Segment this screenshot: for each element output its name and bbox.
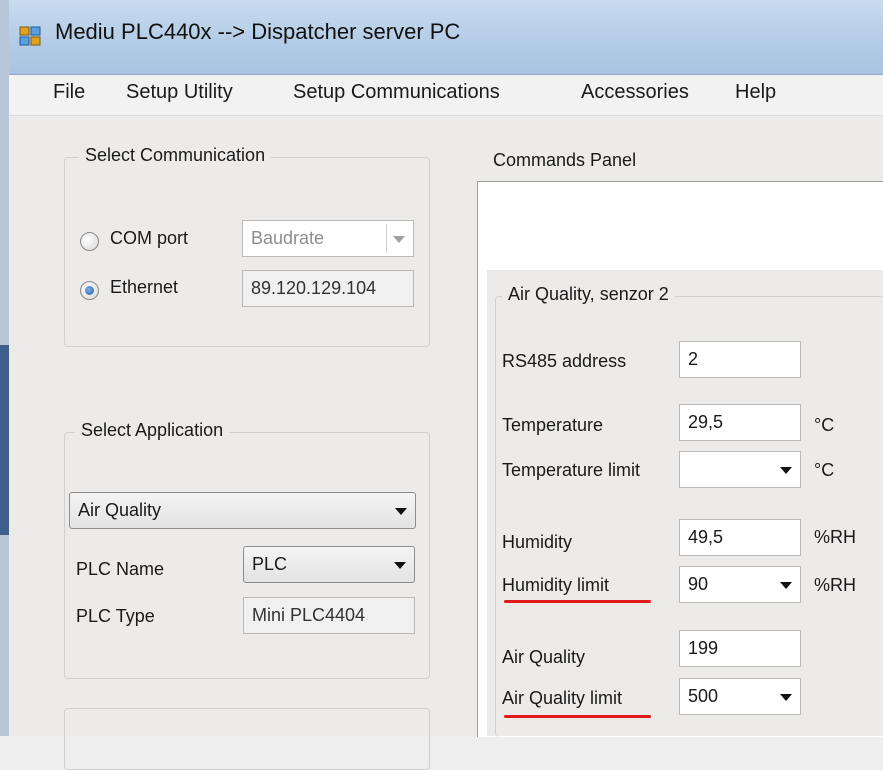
menu-setup-communications[interactable]: Setup Communications [289,79,504,106]
menu-file[interactable]: File [49,79,89,106]
select-application-label: Select Application [75,420,230,441]
humidity-field[interactable]: 49,5 [679,519,801,556]
temperature-field[interactable]: 29,5 [679,404,801,441]
air-quality-limit-label: Air Quality limit [502,688,623,708]
humidity-label: Humidity [502,532,573,552]
commands-panel-label: Commands Panel [493,150,637,170]
chevron-down-icon [780,466,792,474]
baudrate-select[interactable]: Baudrate [242,220,414,257]
rs485-field[interactable]: 2 [679,341,801,378]
radio-selected-dot [85,286,94,295]
temperature-limit-unit: °C [814,460,835,480]
plc-name-label: PLC Name [76,559,165,579]
baudrate-separator [386,224,387,253]
plc-type-label: PLC Type [76,606,155,626]
humidity-unit: %RH [814,527,857,547]
menu-accessories[interactable]: Accessories [577,79,693,106]
chevron-down-icon [780,581,792,589]
chevron-down-icon [780,693,792,701]
menu-help[interactable]: Help [731,79,780,106]
humidity-limit-value: 90 [688,574,709,594]
humidity-limit-label: Humidity limit [502,575,610,595]
select-communication-label: Select Communication [79,145,272,166]
humidity-limit-unit: %RH [814,575,857,595]
main-window: Mediu PLC440x --> Dispatcher server PC F… [9,0,883,770]
chevron-down-icon [393,235,405,243]
application-value: Air Quality [78,500,162,520]
application-select[interactable]: Air Quality [69,492,416,529]
air-quality-limit-highlight [504,715,651,718]
humidity-limit-highlight [504,600,651,603]
temperature-limit-label: Temperature limit [502,460,641,480]
menu-bar: File Setup Utility Setup Communications … [9,75,883,116]
com-port-radio[interactable] [80,232,99,251]
air-quality-field[interactable]: 199 [679,630,801,667]
chevron-down-icon [394,561,406,569]
ethernet-label: Ethernet [110,277,179,297]
humidity-limit-select[interactable]: 90 [679,566,801,603]
plc-name-select[interactable]: PLC [243,546,415,583]
rs485-label: RS485 address [502,351,627,371]
bottom-group [64,708,430,770]
title-bar[interactable]: Mediu PLC440x --> Dispatcher server PC [9,0,883,75]
ip-address-field[interactable]: 89.120.129.104 [242,270,414,307]
air-quality-limit-select[interactable]: 500 [679,678,801,715]
ethernet-radio[interactable] [80,281,99,300]
baudrate-value: Baudrate [251,228,325,248]
temperature-limit-select[interactable] [679,451,801,488]
com-port-label: COM port [110,228,189,248]
plc-name-value: PLC [252,554,288,574]
chevron-down-icon [395,507,407,515]
air-quality-label: Air Quality [502,647,586,667]
temperature-unit: °C [814,415,835,435]
air-quality-limit-value: 500 [688,686,719,706]
desktop-edge [0,0,9,736]
plc-type-field: Mini PLC4404 [243,597,415,634]
air-quality-sensor-label: Air Quality, senzor 2 [502,284,675,305]
taskbar-edge [0,345,9,535]
app-icon [19,26,41,46]
window-title: Mediu PLC440x --> Dispatcher server PC [55,19,461,44]
temperature-label: Temperature [502,415,604,435]
menu-setup-utility[interactable]: Setup Utility [122,79,237,106]
